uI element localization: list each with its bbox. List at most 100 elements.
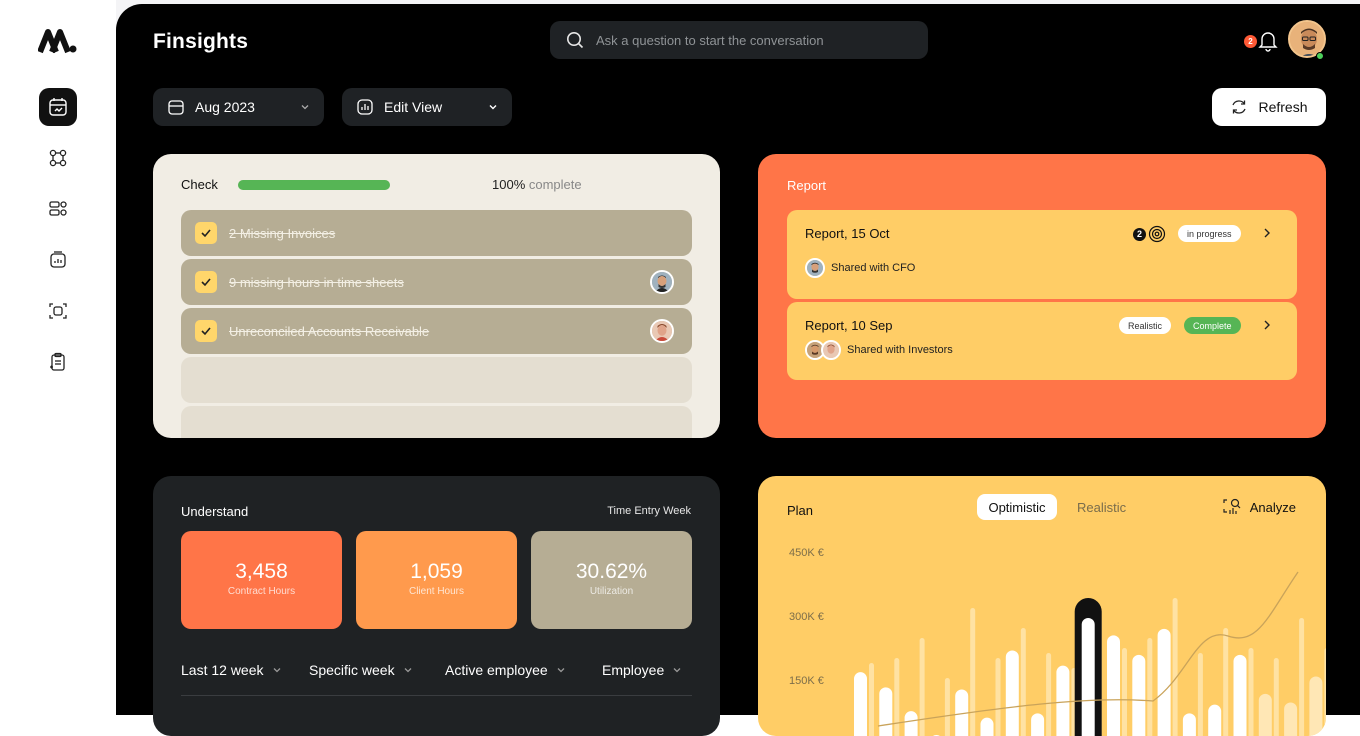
- refresh-label: Refresh: [1258, 99, 1307, 115]
- chart-bar-secondary: [1147, 638, 1152, 736]
- y-tick-label: 450K €: [789, 547, 824, 559]
- chart-bar[interactable]: [1082, 618, 1095, 736]
- analyze-button[interactable]: Analyze: [1222, 497, 1296, 517]
- logo-icon[interactable]: [38, 26, 78, 56]
- view-selector[interactable]: Edit View: [342, 88, 512, 126]
- stat-label: Client Hours: [356, 586, 517, 597]
- progress-bar: [238, 180, 390, 190]
- chart-bar[interactable]: [981, 718, 994, 736]
- report-item[interactable]: Report, 10 Sep Realistic Complete Shared…: [787, 302, 1297, 380]
- filter-week[interactable]: Specific week: [309, 662, 413, 678]
- report-item[interactable]: Report, 15 Oct 2 in progress Shared with…: [787, 210, 1297, 299]
- sidebar: [0, 0, 116, 715]
- chart-bar[interactable]: [1031, 713, 1044, 736]
- chevron-down-icon: [272, 665, 282, 675]
- app-frame: Finsights 2: [0, 0, 1360, 715]
- stat-card-client-hours[interactable]: 1,059 Client Hours: [356, 531, 517, 629]
- filter-label: Active employee: [445, 662, 548, 678]
- task-item[interactable]: 2 Missing Invoices: [181, 210, 692, 256]
- task-checkbox[interactable]: [195, 222, 217, 244]
- chevron-down-icon: [672, 665, 682, 675]
- sidebar-item-scan[interactable]: [39, 292, 77, 330]
- search-input[interactable]: [596, 33, 896, 48]
- refresh-button[interactable]: Refresh: [1212, 88, 1326, 126]
- chart-bar-secondary: [1046, 653, 1051, 736]
- plan-card: Plan Optimistic Realistic Analyze 450K €…: [758, 476, 1326, 736]
- task-label: 9 missing hours in time sheets: [229, 275, 404, 290]
- chart-bar-secondary: [1324, 648, 1326, 736]
- toggle-realistic[interactable]: Realistic: [1077, 500, 1126, 515]
- chevron-right-icon[interactable]: [1261, 319, 1273, 331]
- progress-suffix: complete: [529, 177, 582, 192]
- chart-bar[interactable]: [1006, 651, 1019, 736]
- report-shared: Shared with CFO: [805, 258, 915, 278]
- chart-bar[interactable]: [1132, 655, 1145, 736]
- assignee-avatar[interactable]: [650, 319, 674, 343]
- empty-task-slot: [181, 406, 692, 438]
- sidebar-item-clipboard[interactable]: [39, 343, 77, 381]
- chart-bar[interactable]: [879, 687, 892, 736]
- assignee-avatar-image: [652, 321, 672, 341]
- task-item[interactable]: 9 missing hours in time sheets: [181, 259, 692, 305]
- calendar-icon: [167, 98, 185, 116]
- chevron-down-icon: [488, 102, 498, 112]
- chart-bar[interactable]: [1183, 713, 1196, 736]
- filter-active-employee[interactable]: Active employee: [445, 662, 566, 678]
- filter-period[interactable]: Last 12 week: [181, 662, 282, 678]
- chart-bar-secondary: [1173, 598, 1178, 736]
- task-checkbox[interactable]: [195, 271, 217, 293]
- chart-board-icon: [47, 249, 69, 271]
- toggle-optimistic[interactable]: Optimistic: [977, 494, 1057, 520]
- chart-bar[interactable]: [1208, 705, 1221, 736]
- sidebar-item-reports[interactable]: [39, 241, 77, 279]
- app-title: Finsights: [153, 30, 248, 54]
- date-selector[interactable]: Aug 2023: [153, 88, 324, 126]
- task-checkbox[interactable]: [195, 320, 217, 342]
- chart-bar-secondary: [1021, 628, 1026, 736]
- filter-label: Specific week: [309, 662, 395, 678]
- shared-text: Shared with CFO: [831, 262, 915, 274]
- stat-card-contract-hours[interactable]: 3,458 Contract Hours: [181, 531, 342, 629]
- assignee-avatar[interactable]: [650, 270, 674, 294]
- chart-bar[interactable]: [854, 672, 867, 736]
- search-bar[interactable]: [550, 21, 928, 59]
- chart-bar-secondary: [1223, 628, 1228, 736]
- target-icon: [1148, 225, 1166, 243]
- chart-bar-secondary: [945, 678, 950, 736]
- chart-bar[interactable]: [1158, 629, 1171, 736]
- chart-bar-secondary: [1299, 618, 1304, 736]
- chart-bar-secondary: [920, 638, 925, 736]
- chart-bar[interactable]: [1056, 666, 1069, 736]
- calendar-icon: [47, 96, 69, 118]
- chart-bar[interactable]: [1107, 635, 1120, 736]
- chevron-down-icon: [403, 665, 413, 675]
- shared-text: Shared with Investors: [847, 344, 953, 356]
- empty-task-slot: [181, 357, 692, 403]
- chart-bar-secondary: [869, 663, 874, 736]
- stat-label: Contract Hours: [181, 586, 342, 597]
- understand-subtitle: Time Entry Week: [607, 505, 691, 517]
- stat-card-utilization[interactable]: 30.62% Utilization: [531, 531, 692, 629]
- chart-bar[interactable]: [1309, 677, 1322, 736]
- main-area: Finsights 2: [116, 4, 1360, 715]
- notifications-button[interactable]: 2: [1244, 30, 1280, 54]
- check-card: Check 100% complete 2 Missing Invoices 9…: [153, 154, 720, 438]
- chevron-right-icon[interactable]: [1261, 227, 1273, 239]
- checkmark-icon: [200, 276, 212, 288]
- scan-icon: [47, 300, 69, 322]
- analyze-label: Analyze: [1250, 500, 1296, 515]
- filter-label: Last 12 week: [181, 662, 264, 678]
- chevron-down-icon: [556, 665, 566, 675]
- filter-employee[interactable]: Employee: [602, 662, 682, 678]
- status-badge: in progress: [1178, 225, 1241, 242]
- chart-bar[interactable]: [1234, 655, 1247, 736]
- sidebar-item-connections[interactable]: [39, 139, 77, 177]
- list-settings-icon: [47, 198, 69, 220]
- chart-bar-secondary: [894, 658, 899, 736]
- sidebar-item-dashboard[interactable]: [39, 88, 77, 126]
- chart-bar[interactable]: [1284, 703, 1297, 736]
- task-item[interactable]: Unreconciled Accounts Receivable: [181, 308, 692, 354]
- check-title: Check: [181, 177, 218, 192]
- sidebar-item-tasks[interactable]: [39, 190, 77, 228]
- bell-icon: [1258, 30, 1278, 52]
